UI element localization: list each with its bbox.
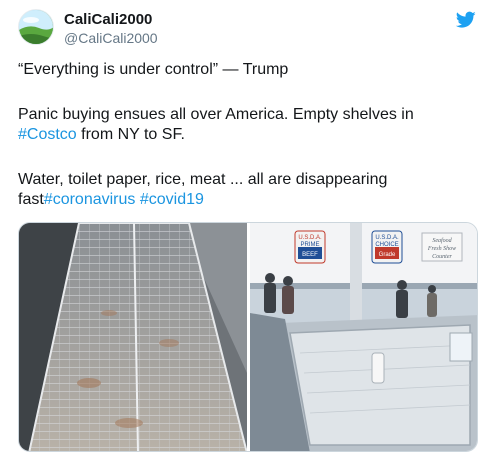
text-fragment: from NY to SF. <box>76 126 185 143</box>
user-names: CaliCali2000 @CaliCali2000 <box>64 10 158 47</box>
sign-1-line2: PRIME <box>300 242 319 248</box>
tweet-quote-line: “Everything is under control” — Trump <box>18 61 289 78</box>
sign-2-line2: CHOICE <box>375 242 398 248</box>
sign-1-line1: U.S.D.A. <box>298 235 322 241</box>
tweet-card[interactable]: CaliCali2000 @CaliCali2000 “Everything i… <box>0 0 486 456</box>
sign-2-line1: U.S.D.A. <box>375 235 399 241</box>
tweet-media: U.S.D.A. PRIME BEEF U.S.D.A. CHOICE Grad… <box>18 222 478 452</box>
tweet-paragraph-3: Water, toilet paper, rice, meat ... all … <box>18 170 458 210</box>
hashtag-costco[interactable]: #Costco <box>18 126 77 143</box>
twitter-bird-icon[interactable] <box>455 11 476 29</box>
sign-2-line3: Grade <box>379 252 396 258</box>
sign-3-line2: Fresh Show <box>427 246 456 252</box>
text-fragment: Panic buying ensues all over America. Em… <box>18 106 414 123</box>
tweet-paragraph-2: Panic buying ensues all over America. Em… <box>18 105 458 145</box>
tweet-header: CaliCali2000 @CaliCali2000 <box>18 9 478 49</box>
landscape-avatar-icon <box>19 10 53 44</box>
avatar[interactable] <box>18 9 54 45</box>
empty-freezers-photo[interactable]: U.S.D.A. PRIME BEEF U.S.D.A. CHOICE Grad… <box>250 223 477 451</box>
hashtag-coronavirus[interactable]: #coronavirus <box>44 191 136 208</box>
display-name[interactable]: CaliCali2000 <box>64 10 158 29</box>
sign-3-line3: Counter <box>432 254 452 260</box>
sign-3-line1: Seafood <box>432 237 452 244</box>
hashtag-covid19[interactable]: #covid19 <box>140 191 204 208</box>
user-handle[interactable]: @CaliCali2000 <box>64 29 158 47</box>
empty-shelves-photo[interactable] <box>19 223 247 451</box>
sign-1-line3: BEEF <box>302 252 318 258</box>
